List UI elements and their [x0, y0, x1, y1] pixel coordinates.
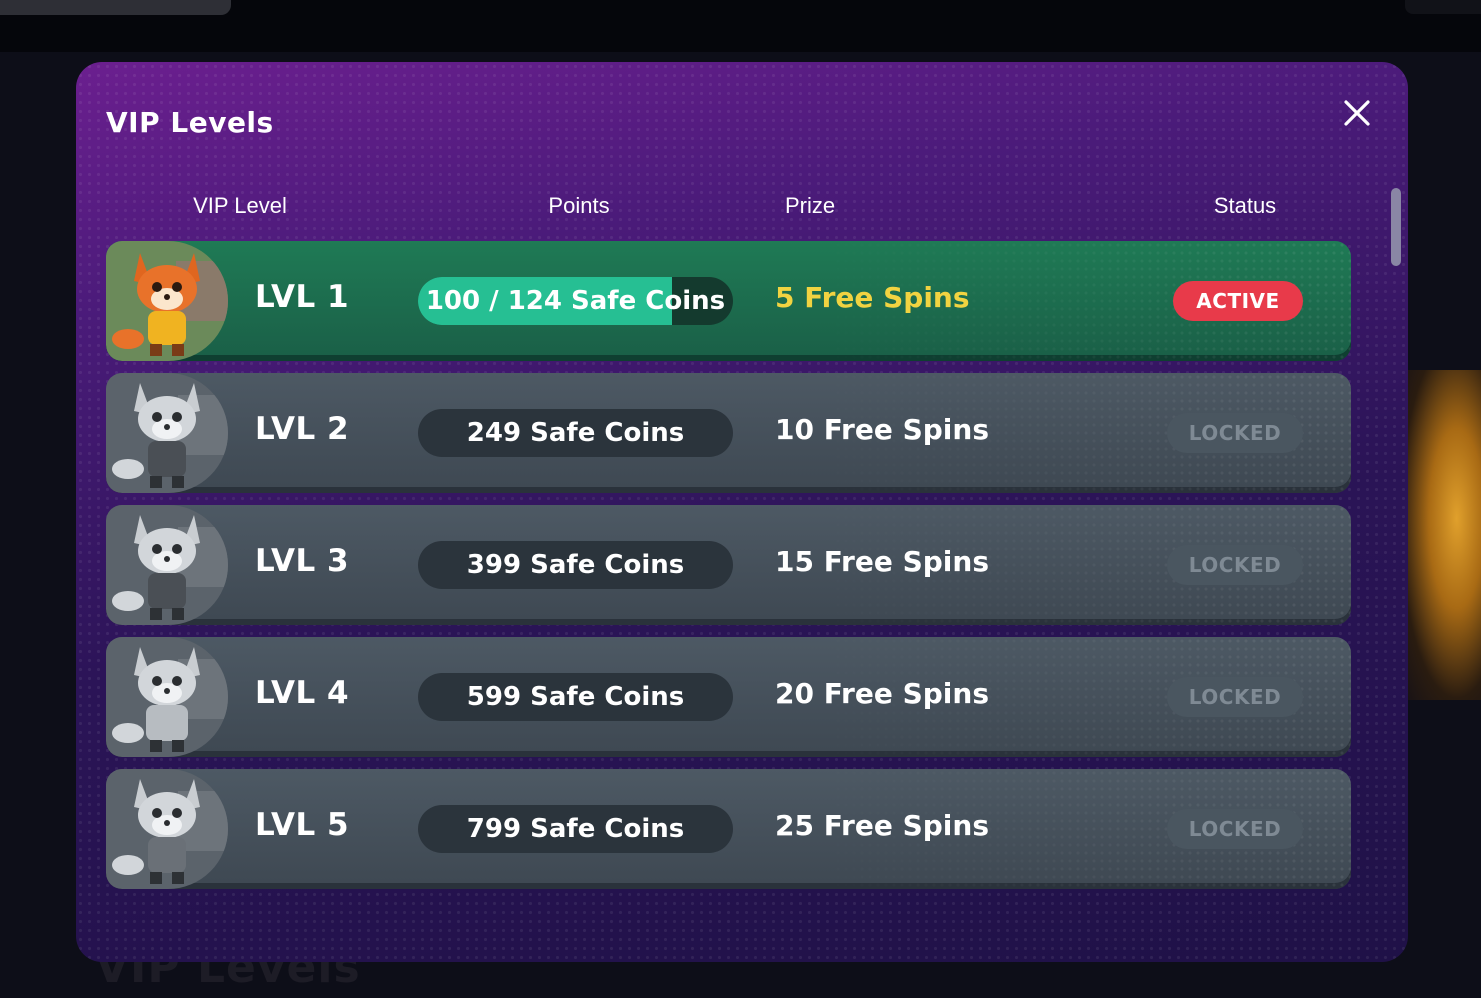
column-header-vip-level: VIP Level [193, 193, 287, 218]
fox-avatar-locked-icon [106, 373, 228, 493]
level-label: LVL 3 [255, 543, 350, 579]
status-badge-locked: LOCKED [1167, 413, 1303, 453]
points-text: 399 Safe Coins [466, 550, 685, 580]
points-text: 100 / 124 Safe Coins [425, 286, 726, 316]
fox-avatar-locked-icon [106, 505, 228, 625]
vip-level-row: LVL 1 100 / 124 Safe Coins 5 Free Spins … [106, 241, 1351, 361]
level-label: LVL 5 [255, 807, 350, 843]
vip-level-row: LVL 5 799 Safe Coins 25 Free Spins LOCKE… [106, 769, 1351, 889]
points-pill: 249 Safe Coins [418, 409, 733, 457]
points-pill: 599 Safe Coins [418, 673, 733, 721]
top-bar [0, 0, 1481, 52]
status-badge-active: ACTIVE [1173, 281, 1303, 321]
level-label: LVL 4 [255, 675, 350, 711]
points-progress-bar: 100 / 124 Safe Coins [418, 277, 733, 325]
fox-avatar-locked-icon [106, 637, 228, 757]
scrollbar[interactable] [1390, 188, 1401, 962]
prize-text: 25 Free Spins [775, 809, 989, 842]
background-car-image [1400, 370, 1481, 700]
points-text: 249 Safe Coins [466, 418, 685, 448]
close-button[interactable] [1338, 94, 1376, 132]
column-header-prize: Prize [784, 193, 836, 218]
top-corner-control[interactable] [1405, 0, 1481, 14]
column-header-status: Status [1213, 193, 1277, 218]
column-header-points: Points [548, 193, 610, 218]
status-badge-locked: LOCKED [1167, 545, 1303, 585]
modal-title: VIP Levels [106, 106, 274, 139]
fox-avatar-icon [106, 241, 228, 361]
points-pill: 799 Safe Coins [418, 805, 733, 853]
fox-avatar-locked-icon [106, 769, 228, 889]
points-text: 799 Safe Coins [466, 814, 685, 844]
vip-level-row: LVL 2 249 Safe Coins 10 Free Spins LOCKE… [106, 373, 1351, 493]
level-label: LVL 2 [255, 411, 350, 447]
status-badge-locked: LOCKED [1167, 677, 1303, 717]
prize-text: 20 Free Spins [775, 677, 989, 710]
prize-text: 15 Free Spins [775, 545, 989, 578]
prize-text: 10 Free Spins [775, 413, 989, 446]
points-pill: 399 Safe Coins [418, 541, 733, 589]
vip-level-row: LVL 3 399 Safe Coins 15 Free Spins LOCKE… [106, 505, 1351, 625]
top-tab[interactable] [0, 0, 231, 15]
prize-text: 5 Free Spins [775, 281, 970, 314]
vip-levels-modal: VIP Levels VIP Level Points Prize Status [76, 62, 1408, 962]
points-text: 599 Safe Coins [466, 682, 685, 712]
close-icon [1344, 100, 1370, 126]
scrollbar-thumb[interactable] [1391, 188, 1401, 266]
status-badge-locked: LOCKED [1167, 809, 1303, 849]
vip-level-row: LVL 4 599 Safe Coins 20 Free Spins LOCKE… [106, 637, 1351, 757]
level-label: LVL 1 [255, 279, 350, 315]
